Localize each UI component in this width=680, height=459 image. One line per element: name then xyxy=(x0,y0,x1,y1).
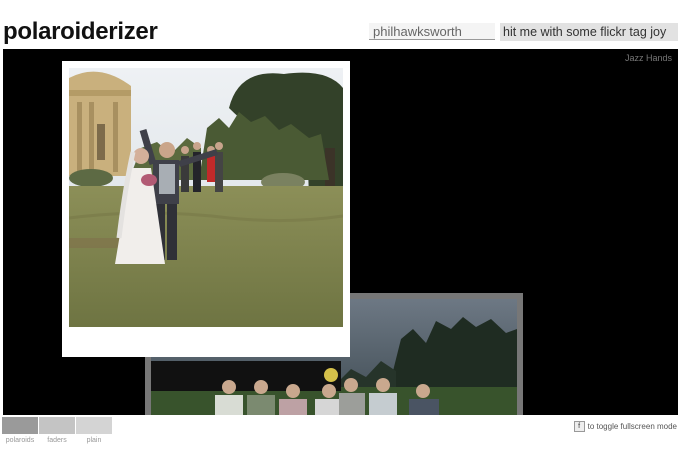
mode-polaroids-label: polaroids xyxy=(5,437,35,444)
app-logo: polaroiderizer xyxy=(3,18,158,45)
photo-stage: Jazz Hands xyxy=(3,49,678,415)
wedding-photo-image xyxy=(69,68,343,327)
mode-plain-button[interactable]: plain xyxy=(76,417,112,444)
display-mode-toolbar: polaroids faders plain xyxy=(2,417,112,444)
mode-faders-label: faders xyxy=(47,437,67,444)
mode-plain-swatch xyxy=(76,417,112,434)
mode-faders-swatch xyxy=(39,417,75,434)
fetch-photos-button[interactable]: hit me with some flickr tag joy xyxy=(500,23,678,41)
wedding-photo xyxy=(69,68,343,327)
photo-caption: Jazz Hands xyxy=(624,53,672,63)
mode-polaroids-button[interactable]: polaroids xyxy=(2,417,38,444)
mode-polaroids-swatch xyxy=(2,417,38,434)
fullscreen-hint: f to toggle fullscreen mode xyxy=(573,421,677,432)
fullscreen-hint-text: to toggle fullscreen mode xyxy=(587,422,677,431)
f-key-icon: f xyxy=(573,421,585,432)
mode-faders-button[interactable]: faders xyxy=(39,417,75,444)
flickr-tag-input[interactable] xyxy=(369,23,495,40)
polaroid-photo-front[interactable] xyxy=(62,61,350,357)
mode-plain-label: plain xyxy=(86,437,102,444)
